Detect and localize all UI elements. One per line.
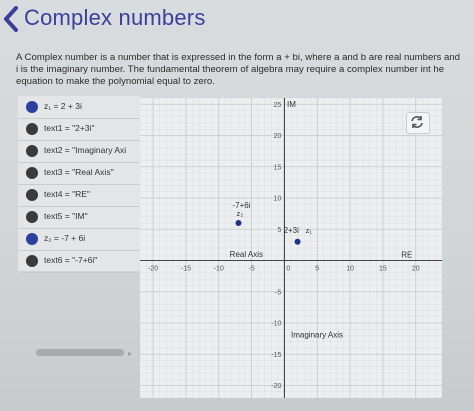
x-tick-label: 10 (346, 266, 354, 273)
expression-list: z₁ = 2 + 3i text1 = "2+3i" text2 = "Imag… (18, 96, 140, 273)
x-tick-label: -20 (148, 266, 158, 273)
expression-row[interactable]: text6 = "-7+6i" (18, 250, 140, 273)
expression-text[interactable]: text3 = "Real Axis" (44, 167, 114, 177)
expression-row[interactable]: z₁ = 2 + 3i (18, 96, 140, 119)
graph-area[interactable]: -20 -15 -10 -5 5 10 15 20 25 20 15 10 5 -5 -10 -15 -20 0 R… (140, 98, 442, 398)
complex-point (235, 220, 242, 226)
expression-row[interactable]: text2 = "Imaginary Axi (18, 140, 140, 163)
expression-row[interactable]: text4 = "RE" (18, 184, 140, 207)
y-tick-label: 25 (274, 102, 282, 109)
reset-view-button[interactable] (406, 112, 430, 134)
chevron-left-icon[interactable] (2, 6, 20, 32)
expression-color-toggle[interactable] (26, 101, 38, 113)
expression-color-toggle[interactable] (26, 255, 38, 267)
graph-canvas[interactable]: -20 -15 -10 -5 5 10 15 20 25 20 15 10 5 -5 -10 -15 -20 0 R… (140, 98, 442, 398)
expression-color-toggle[interactable] (26, 167, 38, 179)
expression-text[interactable]: z₁ = 2 + 3i (44, 101, 82, 111)
y-tick-label: -20 (271, 383, 281, 390)
expression-text[interactable]: z₂ = -7 + 6i (44, 233, 85, 243)
expression-color-toggle[interactable] (26, 145, 38, 157)
x-tick-label: 15 (379, 266, 387, 273)
expression-text[interactable]: text4 = "RE" (44, 189, 90, 199)
x-tick-label: 5 (315, 266, 319, 273)
reset-arrows-icon (411, 116, 423, 128)
x-tick-label: 0 (286, 266, 290, 273)
expression-row[interactable]: text1 = "2+3i" (18, 118, 140, 141)
y-tick-label: 5 (278, 227, 282, 234)
expression-row[interactable]: text5 = "IM" (18, 206, 140, 229)
y-tick-label: -15 (271, 352, 281, 359)
point-sub-label: z₁ (306, 226, 313, 235)
im-label: IM (287, 100, 296, 109)
expression-row[interactable]: text3 = "Real Axis" (18, 162, 140, 185)
real-axis-label: Real Axis (230, 250, 263, 259)
y-tick-label: -10 (271, 321, 281, 328)
x-tick-label: -15 (181, 266, 191, 273)
expression-color-toggle[interactable] (26, 189, 38, 201)
x-tick-label: -5 (248, 266, 254, 273)
y-tick-label: 20 (274, 133, 282, 140)
expression-row[interactable]: z₂ = -7 + 6i (18, 228, 140, 251)
description-line: equation to make the polynomial equal to… (16, 76, 215, 87)
description-line: i is the imaginary number. The fundament… (16, 64, 445, 75)
complex-point (294, 238, 301, 245)
description: A Complex number is a number that is exp… (16, 52, 471, 88)
y-tick-label: 15 (274, 164, 282, 171)
page: Complex numbers A Complex number is a nu… (0, 0, 474, 411)
x-tick-label: 20 (412, 266, 420, 273)
expression-text[interactable]: text1 = "2+3i" (44, 123, 94, 133)
scroll-right-icon[interactable]: ▸ (128, 349, 132, 358)
expression-color-toggle[interactable] (26, 233, 38, 245)
x-tick-label: -10 (214, 266, 224, 273)
expression-color-toggle[interactable] (26, 211, 38, 223)
expression-color-toggle[interactable] (26, 123, 38, 135)
expression-text[interactable]: text5 = "IM" (44, 211, 88, 221)
description-line: A Complex number is a number that is exp… (16, 52, 460, 63)
panel-scrollbar[interactable] (36, 349, 124, 356)
point-sub-label: z₂ (236, 209, 243, 218)
y-tick-label: 10 (274, 196, 282, 203)
expression-text[interactable]: text6 = "-7+6i" (44, 255, 97, 265)
re-label: RE (401, 250, 412, 259)
y-tick-label: -5 (275, 289, 281, 296)
page-title: Complex numbers (24, 5, 206, 30)
imaginary-axis-label: Imaginary Axis (291, 330, 343, 339)
expression-text[interactable]: text2 = "Imaginary Axi (44, 145, 126, 155)
point-label: 2+3i (284, 226, 300, 235)
